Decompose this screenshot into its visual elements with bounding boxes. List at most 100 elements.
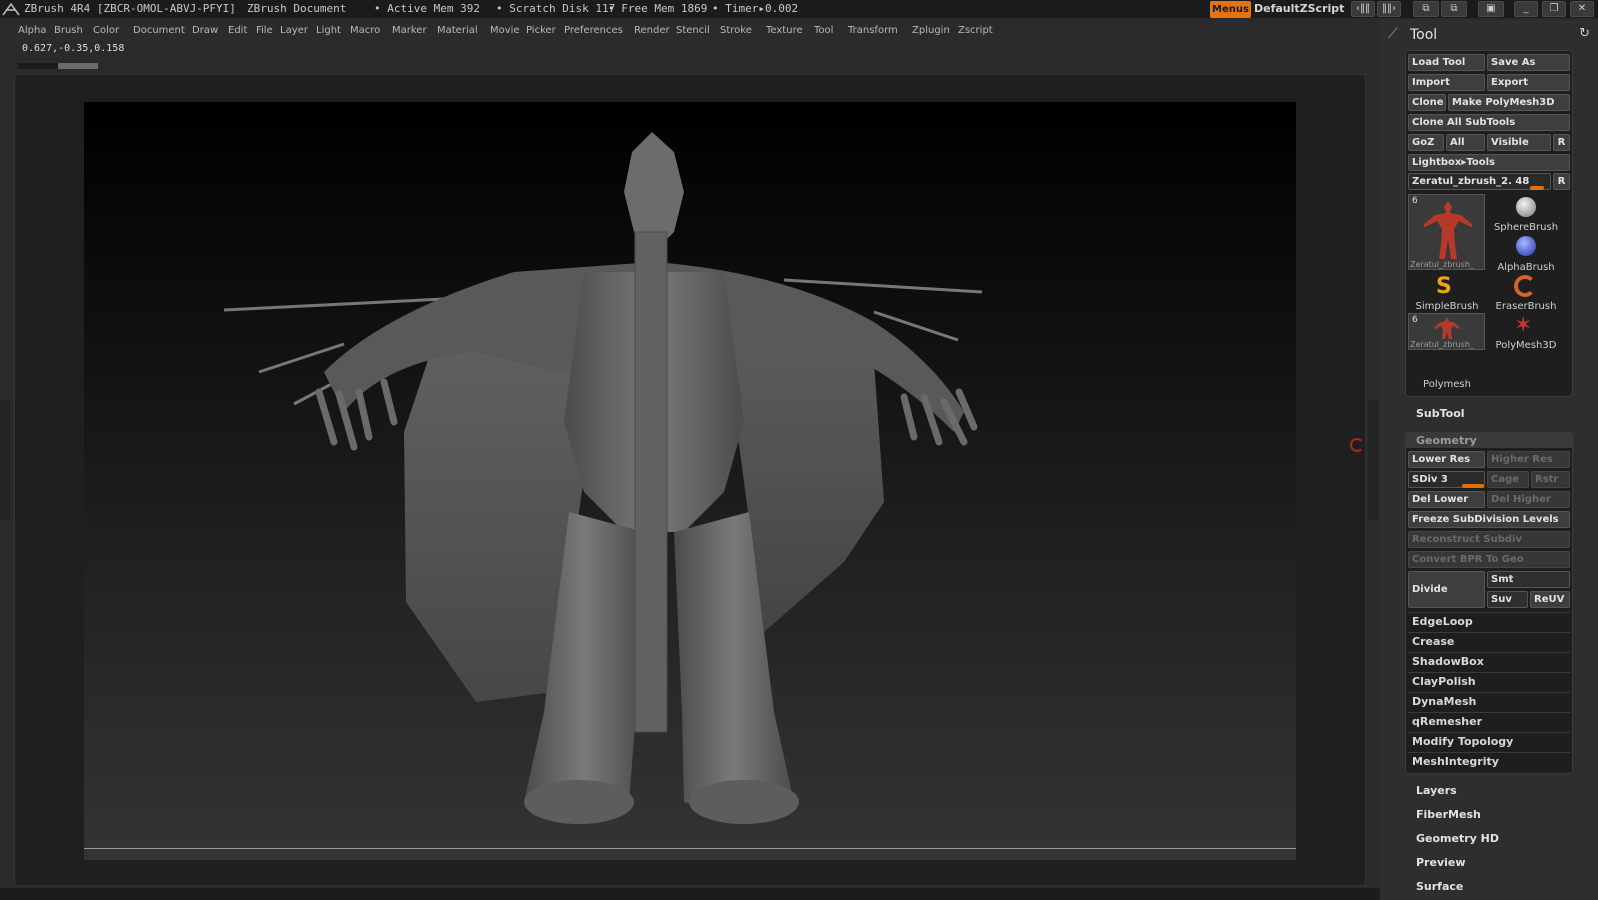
menu-alpha[interactable]: Alpha [18, 25, 46, 36]
layers-section[interactable]: Layers [1416, 784, 1457, 797]
default-zscript-label[interactable]: DefaultZScript [1254, 2, 1344, 15]
menu-color[interactable]: Color [93, 25, 119, 36]
menu-zscript[interactable]: Zscript [958, 25, 993, 36]
shrink-icon[interactable]: ‹‖‖ [1351, 1, 1375, 17]
simple-brush-label[interactable]: SimpleBrush [1408, 301, 1486, 312]
menu-brush[interactable]: Brush [54, 25, 83, 36]
current-tool-r-button[interactable]: R [1553, 173, 1570, 190]
minimize-icon[interactable]: _ [1514, 1, 1538, 17]
tool-palette-header[interactable]: ⟋ Tool ↻ [1384, 24, 1594, 46]
smt-toggle[interactable]: Smt [1487, 571, 1570, 588]
edgeloop-item[interactable]: EdgeLoop [1408, 612, 1570, 630]
clone-all-subtools-button[interactable]: Clone All SubTools [1408, 114, 1570, 131]
modify-topology-item[interactable]: Modify Topology [1408, 732, 1570, 750]
lightbox-tools-button[interactable]: Lightbox▸Tools [1408, 154, 1570, 171]
menu-document[interactable]: Document [133, 25, 185, 36]
geometry-hd-section[interactable]: Geometry HD [1416, 832, 1499, 845]
menu-light[interactable]: Light [316, 25, 341, 36]
menu-render[interactable]: Render [634, 25, 670, 36]
subtool-section[interactable]: SubTool [1416, 407, 1465, 420]
freeze-subdivision-button[interactable]: Freeze SubDivision Levels [1408, 511, 1570, 528]
fibermesh-section[interactable]: FiberMesh [1416, 808, 1481, 821]
meshintegrity-item[interactable]: MeshIntegrity [1408, 752, 1570, 770]
tool-palette-title: Tool [1410, 27, 1438, 43]
sphere-brush-label[interactable]: SphereBrush [1487, 222, 1565, 233]
alpha-brush-icon[interactable] [1516, 236, 1536, 256]
polymesh3d-label[interactable]: PolyMesh3D [1487, 340, 1565, 351]
menu-stroke[interactable]: Stroke [720, 25, 752, 36]
menu-layer[interactable]: Layer [280, 25, 308, 36]
alpha-brush-label[interactable]: AlphaBrush [1487, 262, 1565, 273]
lock-icon[interactable]: ▣ [1478, 1, 1504, 17]
eraser-brush-icon[interactable] [1514, 275, 1536, 297]
divide-button[interactable]: Divide [1408, 571, 1485, 608]
clone-button[interactable]: Clone [1408, 94, 1446, 111]
claypolish-item[interactable]: ClayPolish [1408, 672, 1570, 690]
lower-res-button[interactable]: Lower Res [1408, 451, 1485, 468]
eraser-brush-label[interactable]: EraserBrush [1487, 301, 1565, 312]
polymesh3d-star-icon[interactable]: ✶ [1514, 313, 1532, 338]
simple-brush-icon[interactable]: S [1436, 274, 1452, 299]
3d-model-viewport[interactable] [84, 112, 1296, 860]
thumb2-count: 6 [1412, 315, 1418, 325]
staff [634, 231, 668, 733]
menu-material[interactable]: Material [437, 25, 478, 36]
goz-r-button[interactable]: R [1553, 134, 1570, 151]
higher-res-button[interactable]: Higher Res [1487, 451, 1570, 468]
menu-transform[interactable]: Transform [848, 25, 898, 36]
shadowbox-item[interactable]: ShadowBox [1408, 652, 1570, 670]
crease-item[interactable]: Crease [1408, 632, 1570, 650]
app-title: ZBrush 4R4 [ZBCR-OMOL-ABVJ-PFYI] [24, 2, 236, 15]
refresh-icon[interactable]: ↻ [1579, 26, 1590, 41]
goz-button[interactable]: GoZ [1408, 134, 1444, 151]
menu-file[interactable]: File [256, 25, 273, 36]
restore-icon[interactable]: ❐ [1542, 1, 1566, 17]
goz-visible-button[interactable]: Visible [1487, 134, 1551, 151]
menu-movie[interactable]: Movie [490, 25, 520, 36]
pin-icon[interactable]: ⟋ [1388, 26, 1398, 42]
bottom-tray-handle[interactable] [0, 888, 1380, 900]
reconstruct-subdiv-button[interactable]: Reconstruct Subdiv [1408, 531, 1570, 548]
menu-macro[interactable]: Macro [350, 25, 380, 36]
menus-button[interactable]: Menus [1210, 1, 1251, 18]
zeratul-thumbnail[interactable]: 6 Zeratul_zbrush_ [1408, 194, 1485, 270]
menu-marker[interactable]: Marker [392, 25, 427, 36]
right-tray-handle[interactable] [1368, 400, 1378, 520]
convert-bpr-button[interactable]: Convert BPR To Geo [1408, 551, 1570, 568]
document-canvas[interactable] [84, 102, 1296, 860]
export-button[interactable]: Export [1487, 74, 1570, 91]
menu-tool[interactable]: Tool [814, 25, 833, 36]
layout-left-icon[interactable]: ⧉ [1413, 1, 1439, 17]
menu-edit[interactable]: Edit [228, 25, 247, 36]
menu-texture[interactable]: Texture [766, 25, 803, 36]
import-button[interactable]: Import [1408, 74, 1485, 91]
menu-draw[interactable]: Draw [192, 25, 218, 36]
geometry-title[interactable]: Geometry [1416, 434, 1477, 447]
cage-button[interactable]: Cage [1487, 471, 1529, 488]
document-title: ZBrush Document [247, 2, 347, 15]
dynamesh-item[interactable]: DynaMesh [1408, 692, 1570, 710]
timer: • Timer▸0.002 [712, 2, 799, 15]
rstr-button[interactable]: Rstr [1531, 471, 1570, 488]
menu-stencil[interactable]: Stencil [676, 25, 710, 36]
zeratul-thumbnail-2[interactable]: 6 Zeratul_zbrush_ [1408, 313, 1485, 350]
goz-all-button[interactable]: All [1446, 134, 1485, 151]
reuv-button[interactable]: ReUV [1530, 591, 1570, 608]
suv-toggle[interactable]: Suv [1487, 591, 1528, 608]
menu-picker[interactable]: Picker [526, 25, 556, 36]
qremesher-item[interactable]: qRemesher [1408, 712, 1570, 730]
del-lower-button[interactable]: Del Lower [1408, 491, 1485, 508]
close-icon[interactable]: ✕ [1570, 1, 1594, 17]
layout-right-icon[interactable]: ⧉ [1441, 1, 1467, 17]
surface-section[interactable]: Surface [1416, 880, 1463, 893]
make-polymesh-button[interactable]: Make PolyMesh3D [1448, 94, 1570, 111]
menu-preferences[interactable]: Preferences [564, 25, 623, 36]
sphere-brush-icon[interactable] [1516, 197, 1536, 217]
del-higher-button[interactable]: Del Higher [1487, 491, 1570, 508]
preview-section[interactable]: Preview [1416, 856, 1466, 869]
left-tray-handle[interactable] [0, 400, 10, 520]
menu-zplugin[interactable]: Zplugin [912, 25, 950, 36]
save-as-button[interactable]: Save As [1487, 54, 1570, 71]
expand-icon[interactable]: ‖‖› [1377, 1, 1401, 17]
load-tool-button[interactable]: Load Tool [1408, 54, 1485, 71]
